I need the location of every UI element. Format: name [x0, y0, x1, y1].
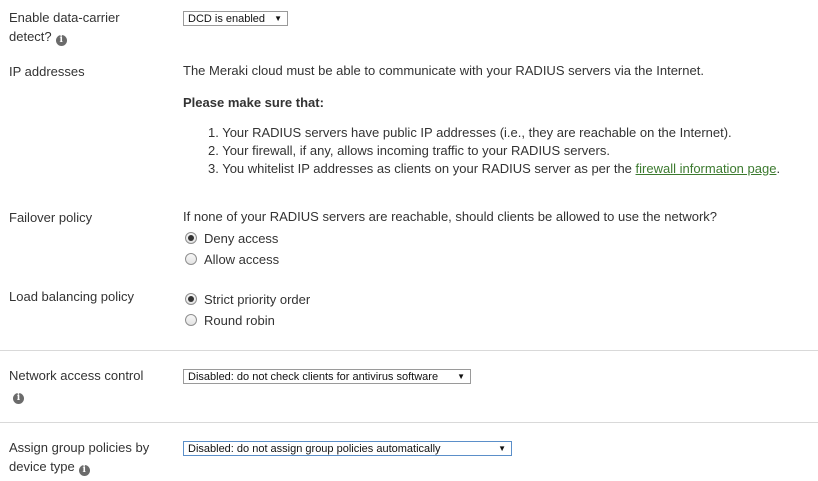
failover-radio-group: Deny access Allow access: [185, 228, 279, 269]
group-policies-select[interactable]: Disabled: do not assign group policies a…: [183, 441, 512, 456]
info-icon[interactable]: i: [55, 35, 67, 46]
info-icon[interactable]: i: [78, 465, 90, 476]
radio-button[interactable]: [185, 314, 197, 326]
failover-policy-label: Failover policy: [9, 210, 93, 225]
list-item: 2. Your firewall, if any, allows incomin…: [208, 143, 610, 158]
radio-option-deny[interactable]: Deny access: [185, 228, 279, 248]
dcd-select-value: DCD is enabled: [188, 12, 266, 25]
chevron-down-icon: ▼: [498, 444, 506, 453]
ip-requirements-heading: Please make sure that:: [183, 95, 324, 110]
section-divider: [0, 422, 818, 423]
nac-label: Network access control i: [9, 368, 144, 404]
chevron-down-icon: ▼: [457, 372, 465, 381]
radio-button[interactable]: [185, 293, 197, 305]
radio-button[interactable]: [185, 253, 197, 265]
load-balancing-radio-group: Strict priority order Round robin: [185, 289, 310, 330]
group-policies-label: Assign group policies by device type i: [9, 440, 150, 476]
radio-button[interactable]: [185, 232, 197, 244]
nac-select[interactable]: Disabled: do not check clients for antiv…: [183, 369, 471, 384]
radio-option-allow[interactable]: Allow access: [185, 249, 279, 269]
section-divider: [0, 350, 818, 351]
ip-intro-text: The Meraki cloud must be able to communi…: [183, 63, 704, 78]
ip-addresses-label: IP addresses: [9, 64, 85, 79]
firewall-info-link[interactable]: firewall information page: [636, 161, 777, 176]
load-balancing-label: Load balancing policy: [9, 289, 135, 304]
group-policies-select-value: Disabled: do not assign group policies a…: [188, 442, 441, 455]
dcd-select[interactable]: DCD is enabled ▼: [183, 11, 288, 26]
info-icon[interactable]: i: [13, 393, 24, 404]
list-item: 1. Your RADIUS servers have public IP ad…: [208, 125, 732, 140]
nac-select-value: Disabled: do not check clients for antiv…: [188, 370, 439, 383]
failover-question: If none of your RADIUS servers are reach…: [183, 209, 718, 224]
ip-requirements-list: 1. Your RADIUS servers have public IP ad…: [208, 124, 780, 178]
list-item: 3. You whitelist IP addresses as clients…: [208, 161, 781, 176]
chevron-down-icon: ▼: [274, 14, 282, 23]
radio-option-round-robin[interactable]: Round robin: [185, 310, 310, 330]
radio-option-strict-priority[interactable]: Strict priority order: [185, 289, 310, 309]
dcd-label: Enable data-carrier detect? i: [9, 10, 120, 46]
